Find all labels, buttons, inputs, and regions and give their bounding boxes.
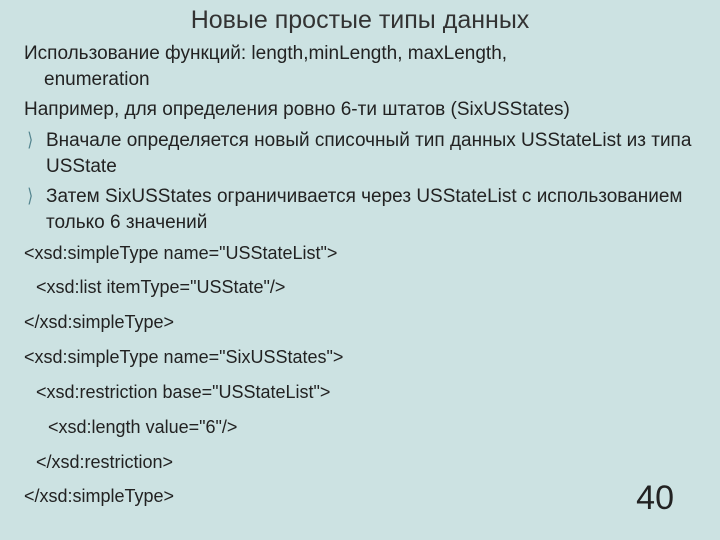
example-intro: Например, для определения ровно 6-ти шта… bbox=[24, 97, 700, 123]
code-line: <xsd:simpleType name="SixUSStates"> bbox=[24, 345, 700, 370]
code-line: </xsd:simpleType> bbox=[24, 310, 700, 335]
code-line: <xsd:simpleType name="USStateList"> bbox=[24, 241, 700, 266]
bullet-text: Затем SixUSStates ограничивается через U… bbox=[46, 184, 700, 236]
bullet-text: Вначале определяется новый списочный тип… bbox=[46, 128, 700, 180]
slide-body: Использование функций: length,minLength,… bbox=[0, 41, 720, 509]
code-line: <xsd:list itemType="USState"/> bbox=[24, 275, 700, 300]
bullet-marker-icon: ⟩ bbox=[24, 128, 42, 154]
slide: Новые простые типы данных Использование … bbox=[0, 0, 720, 540]
intro-line-1: Использование функций: length,minLength,… bbox=[24, 43, 507, 64]
intro-paragraph: Использование функций: length,minLength,… bbox=[24, 41, 700, 93]
code-line: <xsd:length value="6"/> bbox=[24, 415, 700, 440]
page-number: 40 bbox=[636, 479, 674, 518]
code-line: <xsd:restriction base="USStateList"> bbox=[24, 380, 700, 405]
slide-title: Новые простые типы данных bbox=[0, 0, 720, 41]
bullet-item: ⟩ Вначале определяется новый списочный т… bbox=[24, 128, 700, 180]
code-line: </xsd:restriction> bbox=[24, 450, 700, 475]
bullet-item: ⟩ Затем SixUSStates ограничивается через… bbox=[24, 184, 700, 236]
bullet-marker-icon: ⟩ bbox=[24, 184, 42, 210]
code-line: </xsd:simpleType> bbox=[24, 484, 700, 509]
intro-line-2: enumeration bbox=[24, 67, 700, 93]
